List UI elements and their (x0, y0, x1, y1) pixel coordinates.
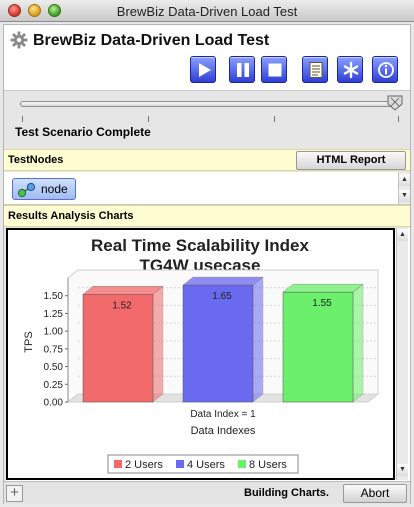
window-title: BrewBiz Data-Driven Load Test (116, 4, 298, 19)
bar-chart: Real Time Scalability Index TG4W usecase… (23, 236, 380, 474)
play-icon (199, 63, 211, 77)
abort-button[interactable]: Abort (343, 484, 407, 503)
pause-icon (237, 63, 249, 77)
y-tick-label: 0.00 (44, 398, 64, 409)
bar (182, 284, 254, 403)
legend-label: 4 Users (187, 459, 225, 471)
y-tick-label: 1.25 (44, 309, 64, 320)
bar-value-label: 1.55 (312, 298, 332, 309)
html-report-button[interactable]: HTML Report (296, 151, 406, 170)
document-icon (309, 62, 323, 78)
scroll-down-arrow[interactable]: ▼ (399, 190, 410, 202)
progress-area: Test Scenario Complete (4, 91, 410, 145)
bar-top (82, 286, 164, 295)
document-button[interactable] (302, 56, 328, 83)
play-button[interactable] (190, 56, 216, 83)
slider-tick (22, 116, 23, 122)
slider-tick (148, 116, 149, 122)
chart-area: Real Time Scalability Index TG4W usecase… (6, 228, 410, 481)
chart-title: Real Time Scalability Index (91, 236, 309, 255)
slider-tick (398, 116, 399, 122)
x-category-label: Data Index = 1 (190, 409, 256, 420)
results-label: Results Analysis Charts (8, 210, 134, 222)
y-tick-label: 0.50 (44, 362, 64, 373)
nodes-scrollbar[interactable]: ▲ ▼ (398, 172, 410, 204)
progress-slider-thumb[interactable] (387, 95, 403, 111)
build-status: Building Charts. (244, 487, 329, 499)
legend-swatch (238, 460, 246, 468)
testnodes-label: TestNodes (8, 154, 64, 166)
progress-slider-track[interactable] (20, 101, 400, 107)
title-bar: BrewBiz Data-Driven Load Test (0, 0, 414, 22)
main-panel: BrewBiz Data-Driven Load Test Test Scena… (3, 24, 411, 504)
bar-side (352, 283, 364, 403)
testnodes-list: node ▲ ▼ (4, 172, 410, 205)
y-tick-label: 1.00 (44, 327, 64, 338)
add-button[interactable]: + (6, 485, 23, 502)
chart-scrollbar[interactable]: ▲ ▼ (396, 228, 408, 480)
bar-top (282, 283, 364, 293)
gear-icon (10, 31, 28, 49)
y-tick-label: 0.75 (44, 344, 64, 355)
node-icon (17, 182, 36, 198)
plot-area: 0.00 0.25 0.50 0.75 1.00 1.25 1.50 1.52 1.65 1.55 (44, 269, 380, 409)
node-item[interactable]: node (12, 178, 76, 200)
app-title: BrewBiz Data-Driven Load Test (33, 32, 270, 49)
bar-side (252, 276, 264, 403)
node-label: node (41, 182, 68, 196)
settings-button[interactable] (337, 56, 363, 83)
scroll-up-arrow[interactable]: ▲ (397, 229, 408, 241)
y-axis-label: TPS (23, 331, 35, 352)
legend-label: 2 Users (125, 459, 163, 471)
chart-frame: Real Time Scalability Index TG4W usecase… (6, 228, 395, 480)
info-icon (378, 62, 394, 78)
info-button[interactable] (372, 56, 398, 83)
legend-label: 8 Users (249, 459, 287, 471)
bar-value-label: 1.65 (212, 291, 232, 302)
bar-value-label: 1.52 (112, 300, 132, 311)
pause-button[interactable] (229, 56, 255, 83)
scroll-up-arrow[interactable]: ▲ (399, 174, 410, 186)
status-bar: + Building Charts. Abort (4, 481, 410, 504)
bar-side (152, 285, 164, 403)
legend-swatch (114, 460, 122, 468)
asterisk-icon (343, 61, 359, 79)
stop-icon (268, 63, 282, 77)
stop-button[interactable] (261, 56, 287, 83)
scroll-down-arrow[interactable]: ▼ (397, 464, 408, 476)
header: BrewBiz Data-Driven Load Test (4, 25, 410, 91)
slider-tick (274, 116, 275, 122)
status-text: Test Scenario Complete (15, 125, 151, 139)
chart-legend: 2 Users 4 Users 8 Users (107, 454, 299, 474)
testnodes-header: TestNodes HTML Report (4, 149, 410, 171)
results-header: Results Analysis Charts (4, 205, 410, 227)
y-tick-label: 1.50 (44, 291, 64, 302)
y-tick-label: 0.25 (44, 380, 64, 391)
x-axis-label: Data Indexes (191, 425, 256, 437)
bar-top (182, 276, 264, 286)
legend-swatch (176, 460, 184, 468)
